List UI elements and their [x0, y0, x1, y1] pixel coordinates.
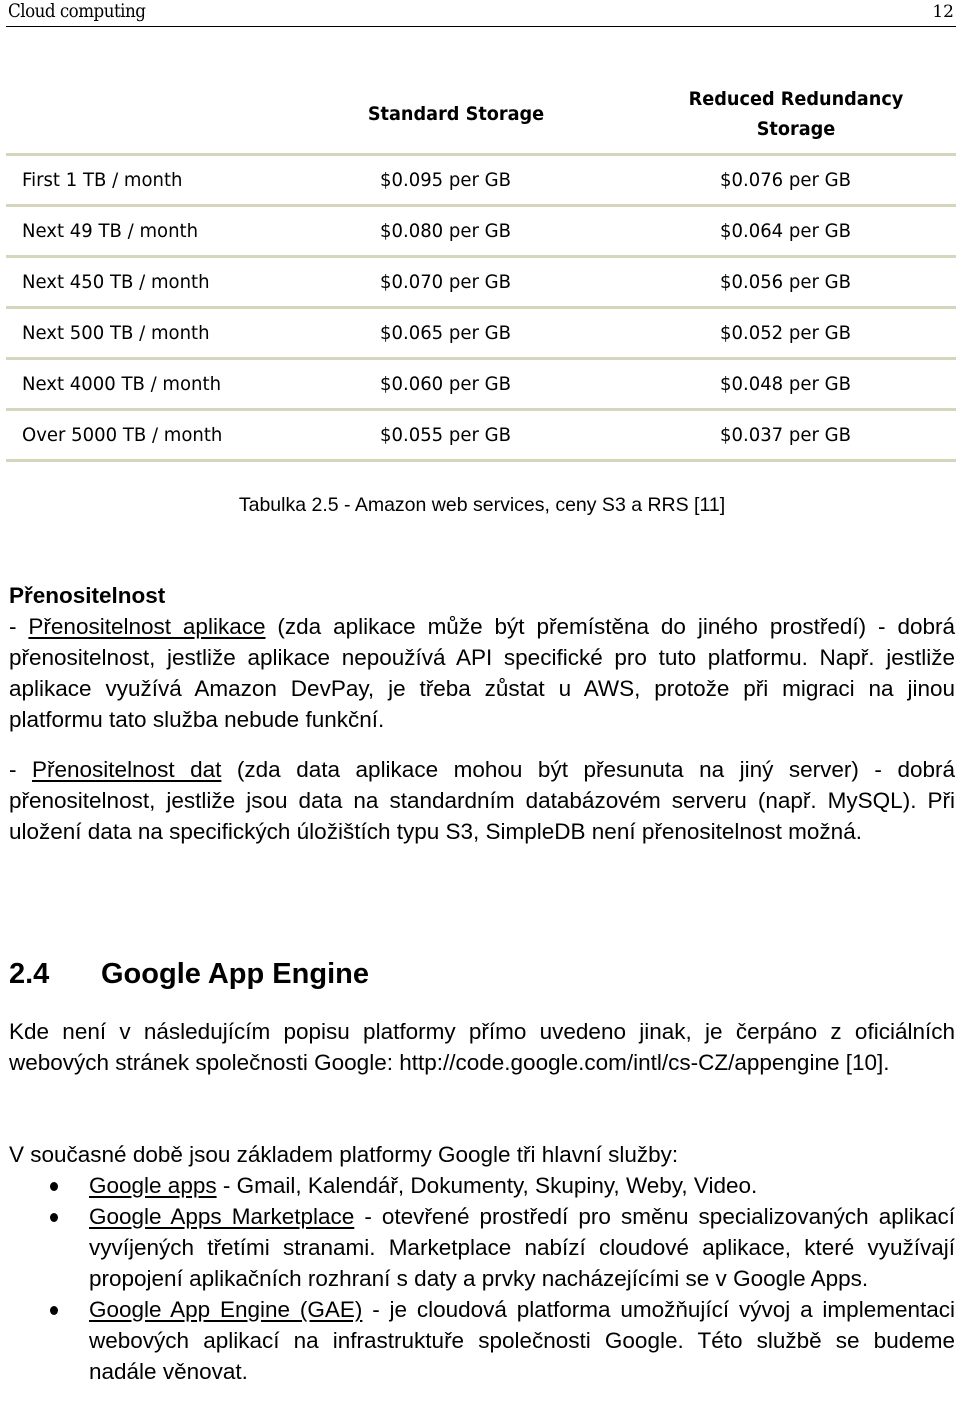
- dash: -: [9, 757, 33, 782]
- tier-cell: Over 5000 TB / month: [22, 424, 223, 446]
- section-intro: Kde není v následujícím popisu platformy…: [9, 1019, 955, 1075]
- service-term: Google Apps Marketplace: [89, 1204, 355, 1229]
- portability-section: Přenositelnost - Přenositelnost aplikace…: [9, 580, 955, 847]
- rrs-price-cell: $0.037 per GB: [720, 424, 851, 446]
- services-block: V současné době jsou základem platformy …: [9, 1139, 955, 1387]
- rrs-price-cell: $0.076 per GB: [720, 169, 851, 191]
- table-rule: [6, 459, 956, 462]
- section-heading: 2.4 Google App Engine: [9, 958, 369, 991]
- table-row: Next 500 TB / month $0.065 per GB $0.052…: [6, 309, 956, 357]
- standard-price-cell: $0.080 per GB: [380, 220, 511, 242]
- list-item: Google apps - Gmail, Kalendář, Dokumenty…: [9, 1170, 955, 1201]
- table-caption-text: Tabulka 2.5 - Amazon web services, ceny …: [238, 494, 726, 516]
- column-header-rrs: Reduced Redundancy Storage: [657, 84, 936, 144]
- standard-price-cell: $0.060 per GB: [380, 373, 511, 395]
- services-lead: V současné době jsou základem platformy …: [9, 1142, 679, 1167]
- section-number: 2.4: [9, 958, 50, 990]
- tier-cell: Next 450 TB / month: [22, 271, 210, 293]
- services-list: Google apps - Gmail, Kalendář, Dokumenty…: [9, 1170, 955, 1387]
- bullet-icon: [50, 1306, 58, 1315]
- bullet-icon: [50, 1182, 58, 1191]
- dash: -: [9, 614, 29, 639]
- data-portability-paragraph: - Přenositelnost dat (zda data aplikace …: [9, 754, 955, 847]
- rrs-price-cell: $0.052 per GB: [720, 322, 851, 344]
- bullet-icon: [50, 1213, 58, 1222]
- standard-price-cell: $0.055 per GB: [380, 424, 511, 446]
- running-header: Cloud computing 12: [6, 0, 956, 27]
- standard-price-cell: $0.070 per GB: [380, 271, 511, 293]
- standard-price-cell: $0.095 per GB: [380, 169, 511, 191]
- table-row: Next 49 TB / month $0.080 per GB $0.064 …: [6, 207, 956, 255]
- tier-cell: First 1 TB / month: [22, 169, 183, 191]
- service-term: Google apps: [89, 1173, 217, 1198]
- column-header-rrs-line1: Reduced Redundancy: [688, 88, 904, 110]
- rrs-price-cell: $0.064 per GB: [720, 220, 851, 242]
- portability-heading: Přenositelnost: [9, 583, 166, 608]
- tier-cell: Next 4000 TB / month: [22, 373, 222, 395]
- list-item: Google App Engine (GAE) - je cloudová pl…: [9, 1294, 955, 1387]
- rrs-price-cell: $0.056 per GB: [720, 271, 851, 293]
- rrs-price-cell: $0.048 per GB: [720, 373, 851, 395]
- running-header-title: Cloud computing: [8, 0, 146, 22]
- service-term: Google App Engine (GAE): [89, 1297, 363, 1322]
- standard-price-cell: $0.065 per GB: [380, 322, 511, 344]
- tier-cell: Next 49 TB / month: [22, 220, 199, 242]
- service-text: - Gmail, Kalendář, Dokumenty, Skupiny, W…: [216, 1173, 758, 1198]
- column-header-rrs-line2: Storage: [756, 118, 836, 140]
- list-item: Google Apps Marketplace - otevřené prost…: [9, 1201, 955, 1294]
- table-row: Over 5000 TB / month $0.055 per GB $0.03…: [6, 411, 956, 459]
- table-row: First 1 TB / month $0.095 per GB $0.076 …: [6, 156, 956, 204]
- tier-cell: Next 500 TB / month: [22, 322, 210, 344]
- table-row: Next 4000 TB / month $0.060 per GB $0.04…: [6, 360, 956, 408]
- table-row: Next 450 TB / month $0.070 per GB $0.056…: [6, 258, 956, 306]
- data-portability-term: Přenositelnost dat: [32, 757, 222, 782]
- section-title: Google App Engine: [101, 958, 369, 990]
- app-portability-paragraph: - Přenositelnost aplikace (zda aplikace …: [9, 611, 955, 735]
- page-number: 12: [932, 2, 954, 22]
- column-header-standard: Standard Storage: [367, 103, 545, 125]
- table-caption: Tabulka 2.5 - Amazon web services, ceny …: [0, 494, 960, 517]
- app-portability-term: Přenositelnost aplikace: [28, 614, 266, 639]
